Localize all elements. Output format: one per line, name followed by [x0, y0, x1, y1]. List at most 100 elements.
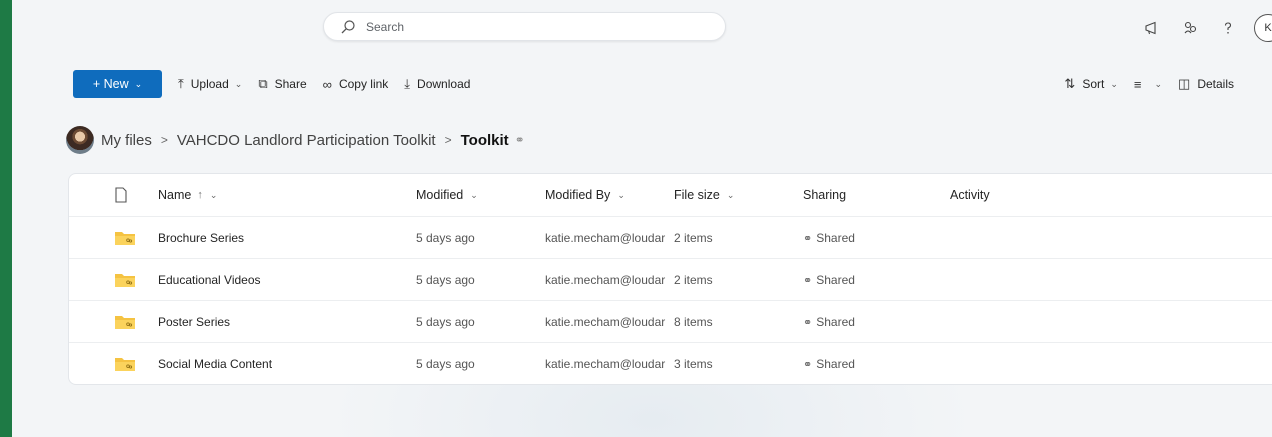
table-header: Name ↑ ⌄ Modified ⌄ Modified By ⌄ File s…: [69, 174, 1272, 216]
sharing-status[interactable]: ⚭ Shared: [803, 217, 855, 259]
modified-date: 5 days ago: [416, 315, 475, 329]
folder-icon: [114, 301, 144, 343]
upload-label: Upload: [190, 77, 229, 91]
file-name[interactable]: Poster Series: [158, 301, 230, 343]
sharing-status[interactable]: ⚭ Shared: [803, 343, 855, 385]
file-size: 8 items: [674, 315, 713, 329]
shared-folder-icon: ⚭: [514, 133, 525, 147]
file-size: 3 items: [674, 357, 713, 371]
column-header-sharing[interactable]: Sharing: [803, 174, 846, 216]
people-icon: ⚭: [803, 316, 813, 329]
file-size: 2 items: [674, 273, 713, 287]
file-name[interactable]: Educational Videos: [158, 259, 261, 301]
modified-date: 5 days ago: [416, 357, 475, 371]
details-button[interactable]: ◫ Details: [1178, 76, 1234, 92]
chevron-down-icon: ⌄: [134, 78, 143, 89]
chevron-down-icon: ⌄: [617, 189, 625, 200]
upload-icon: ⤒: [178, 76, 184, 91]
user-avatar: [66, 126, 94, 154]
column-sharing-label: Sharing: [803, 188, 847, 202]
breadcrumb-root[interactable]: My files: [101, 132, 152, 149]
sharing-status[interactable]: ⚭ Shared: [803, 259, 855, 301]
column-header-modified-by[interactable]: Modified By ⌄: [545, 174, 669, 216]
sharing-label: Shared: [816, 231, 855, 245]
chevron-right-icon: >: [444, 133, 452, 147]
link-icon: ∞: [322, 76, 332, 92]
people-icon: ⚭: [803, 274, 813, 287]
sharing-status[interactable]: ⚭ Shared: [803, 301, 855, 343]
folder-icon: [114, 343, 144, 385]
column-header-activity[interactable]: Activity: [950, 174, 990, 216]
sort-button[interactable]: ⇅ Sort ⌄: [1064, 76, 1117, 92]
chevron-down-icon: ⌄: [726, 189, 735, 200]
column-file-size-label: File size: [674, 188, 720, 202]
copy-link-label: Copy link: [338, 77, 389, 91]
sharing-label: Shared: [816, 273, 855, 287]
sharing-label: Shared: [816, 315, 855, 329]
breadcrumb: My files > VAHCDO Landlord Participation…: [66, 126, 525, 154]
file-size: 2 items: [674, 231, 713, 245]
onedrive-window: Search K + New ⌄ ⤒ Upload ⌄ ⧉ Share ∞ Co…: [12, 0, 1272, 437]
help-icon[interactable]: [1218, 18, 1238, 38]
modified-date: 5 days ago: [416, 231, 475, 245]
table-row[interactable]: Social Media Content 5 days ago katie.me…: [69, 342, 1272, 385]
sort-icon: ⇅: [1064, 76, 1076, 91]
command-bar: + New ⌄ ⤒ Upload ⌄ ⧉ Share ∞ Copy link ⤓…: [73, 70, 470, 98]
megaphone-icon[interactable]: [1142, 18, 1162, 38]
column-name-label: Name: [158, 188, 192, 202]
chevron-down-icon: ⌄: [1154, 78, 1163, 89]
modified-date: 5 days ago: [416, 273, 475, 287]
modified-by: katie.mecham@loudar: [545, 231, 666, 245]
sort-ascending-icon: ↑: [197, 189, 203, 201]
share-people-icon[interactable]: [1180, 18, 1200, 38]
top-right-controls: K: [1124, 14, 1272, 42]
search-icon: [340, 19, 356, 35]
share-icon: ⧉: [258, 76, 268, 91]
table-row[interactable]: Brochure Series 5 days ago katie.mecham@…: [69, 216, 1272, 259]
chevron-down-icon: ⌄: [209, 189, 218, 200]
chevron-right-icon: >: [160, 133, 168, 147]
share-label: Share: [274, 77, 307, 91]
column-header-modified[interactable]: Modified ⌄: [416, 174, 478, 216]
account-avatar[interactable]: K: [1254, 14, 1272, 42]
sharing-label: Shared: [816, 357, 855, 371]
view-options-button[interactable]: ≡ ⌄: [1134, 77, 1162, 92]
chevron-down-icon: ⌄: [234, 78, 243, 89]
table-row[interactable]: Poster Series 5 days ago katie.mecham@lo…: [69, 300, 1272, 343]
new-button-label: + New: [92, 77, 129, 91]
view-controls: ⇅ Sort ⌄ ≡ ⌄ ◫ Details: [1048, 70, 1234, 98]
table-row[interactable]: Educational Videos 5 days ago katie.mech…: [69, 258, 1272, 301]
search-placeholder: Search: [366, 19, 405, 34]
people-icon: ⚭: [803, 232, 813, 245]
modified-by: katie.mecham@loudar: [545, 273, 666, 287]
upload-button[interactable]: ⤒ Upload ⌄: [178, 76, 242, 92]
download-button[interactable]: ⤓ Download: [404, 76, 470, 92]
file-list: Name ↑ ⌄ Modified ⌄ Modified By ⌄ File s…: [68, 173, 1272, 385]
file-name[interactable]: Social Media Content: [158, 343, 272, 385]
sort-label: Sort: [1082, 77, 1105, 91]
file-type-header-icon[interactable]: [114, 174, 144, 216]
column-header-file-size[interactable]: File size ⌄: [674, 174, 734, 216]
column-modified-label: Modified: [416, 188, 464, 202]
chevron-down-icon: ⌄: [470, 189, 478, 200]
file-name[interactable]: Brochure Series: [158, 217, 244, 259]
column-header-name[interactable]: Name ↑ ⌄: [158, 174, 217, 216]
modified-by: katie.mecham@loudar: [545, 315, 666, 329]
list-view-icon: ≡: [1133, 76, 1142, 92]
download-label: Download: [417, 77, 471, 91]
details-pane-icon: ◫: [1178, 76, 1191, 91]
breadcrumb-parent[interactable]: VAHCDO Landlord Participation Toolkit: [177, 132, 436, 149]
download-icon: ⤓: [404, 76, 411, 91]
folder-icon: [114, 217, 144, 259]
breadcrumb-current: Toolkit: [460, 131, 509, 149]
copy-link-button[interactable]: ∞ Copy link: [323, 77, 389, 92]
modified-by: katie.mecham@loudar: [545, 357, 666, 371]
search-box[interactable]: Search: [323, 12, 726, 41]
people-icon: ⚭: [803, 358, 813, 371]
share-button[interactable]: ⧉ Share: [258, 76, 306, 92]
folder-icon: [114, 259, 144, 301]
new-button[interactable]: + New ⌄: [73, 70, 162, 98]
column-activity-label: Activity: [950, 188, 990, 202]
details-label: Details: [1197, 77, 1234, 91]
chevron-down-icon: ⌄: [1110, 78, 1118, 89]
